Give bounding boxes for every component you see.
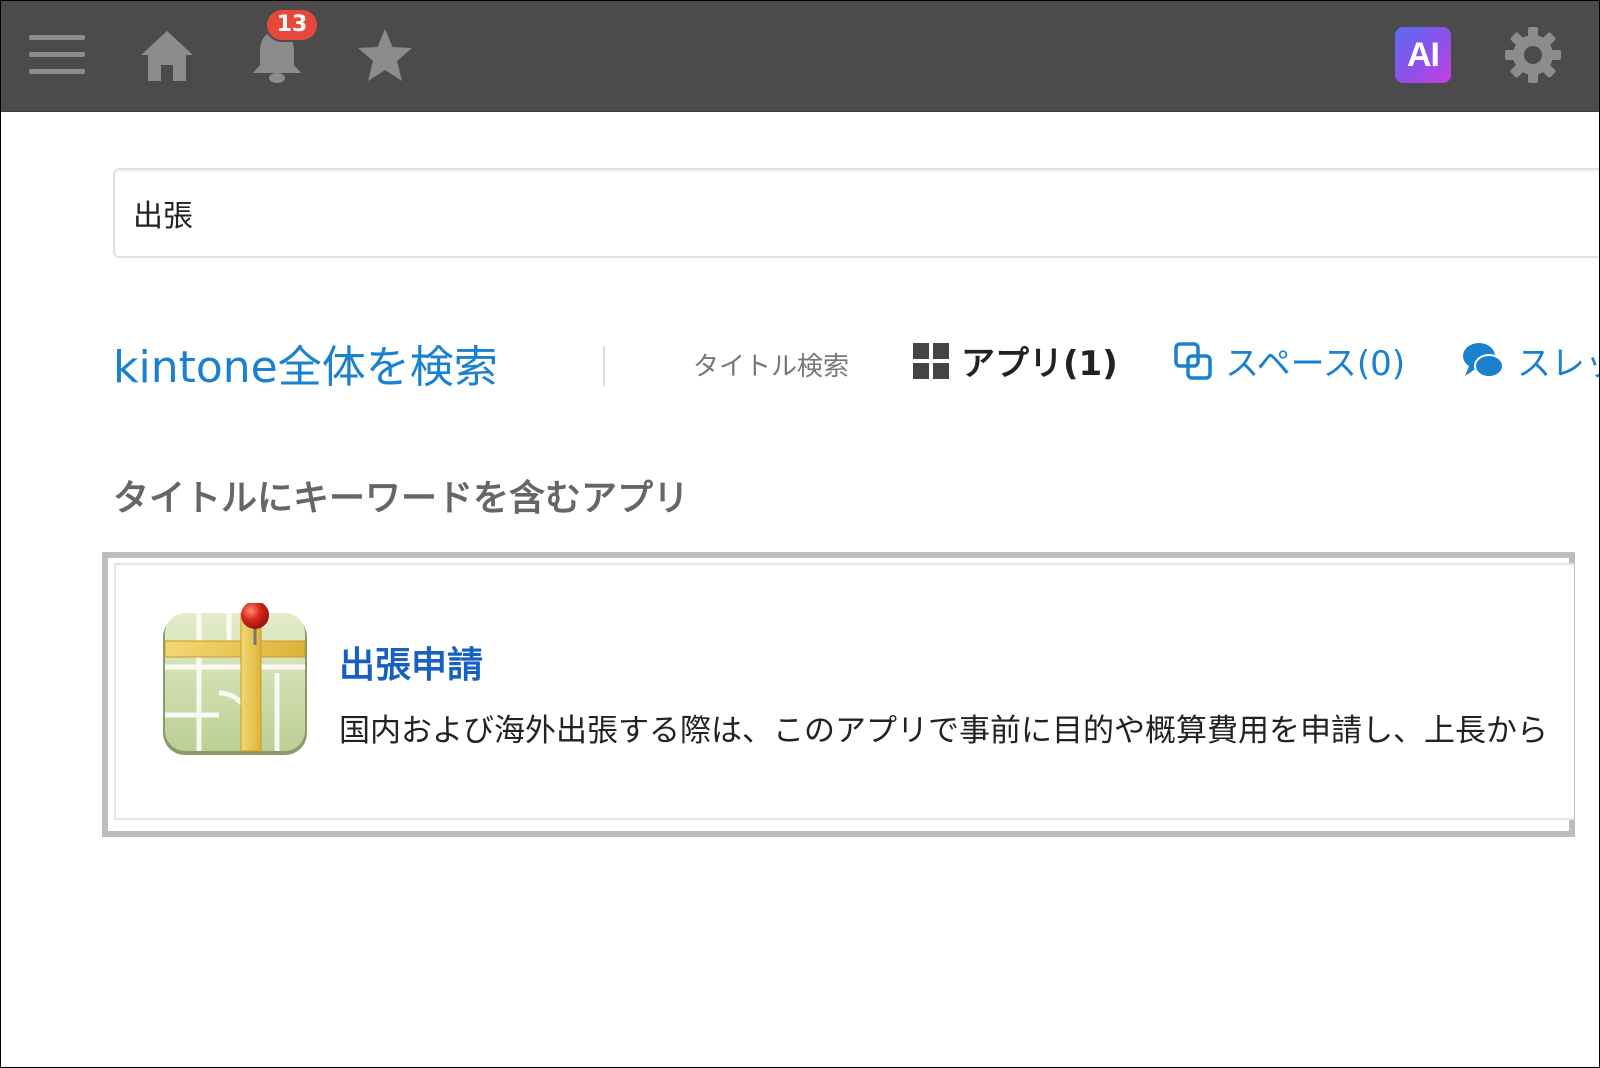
menu-icon[interactable] — [25, 23, 89, 87]
search-input[interactable] — [133, 170, 1533, 256]
tab-apps-label: アプリ(1) — [961, 344, 1118, 384]
app-description: 国内および海外出張する際は、このアプリで事前に目的や概算費用を申請し、上長から — [339, 713, 1548, 749]
home-icon[interactable] — [135, 23, 199, 87]
map-pin-app-icon[interactable] — [159, 601, 311, 759]
divider — [603, 346, 605, 386]
tab-spaces[interactable]: スペース(0) — [1173, 336, 1405, 385]
title-search-label: タイトル検索 — [693, 352, 850, 382]
results-heading: タイトルにキーワードを含むアプリ — [113, 478, 690, 519]
star-icon[interactable] — [353, 23, 417, 87]
page: 13 AI 出張 kintone全体を検索 タイトル検索 アプリ(1) スペース… — [0, 0, 1600, 1068]
search-box[interactable] — [113, 168, 1599, 258]
result-card[interactable] — [114, 563, 1574, 820]
tab-threads[interactable]: スレッ — [1461, 336, 1599, 385]
tab-threads-label: スレッ — [1517, 344, 1599, 384]
notification-count-badge: 13 — [267, 10, 317, 40]
gear-icon[interactable] — [1501, 23, 1565, 87]
thread-icon — [1463, 342, 1504, 378]
tab-spaces-label: スペース(0) — [1225, 344, 1406, 384]
ai-assistant-button[interactable]: AI — [1395, 27, 1451, 83]
space-icon — [1174, 341, 1212, 380]
header-bar: 13 AI — [1, 1, 1599, 112]
apps-grid-icon — [913, 342, 949, 379]
app-name-link[interactable]: 出張申請 — [339, 636, 483, 688]
search-scope-title[interactable]: kintone全体を検索 — [113, 331, 498, 395]
tab-apps[interactable]: アプリ(1) — [913, 336, 1118, 385]
